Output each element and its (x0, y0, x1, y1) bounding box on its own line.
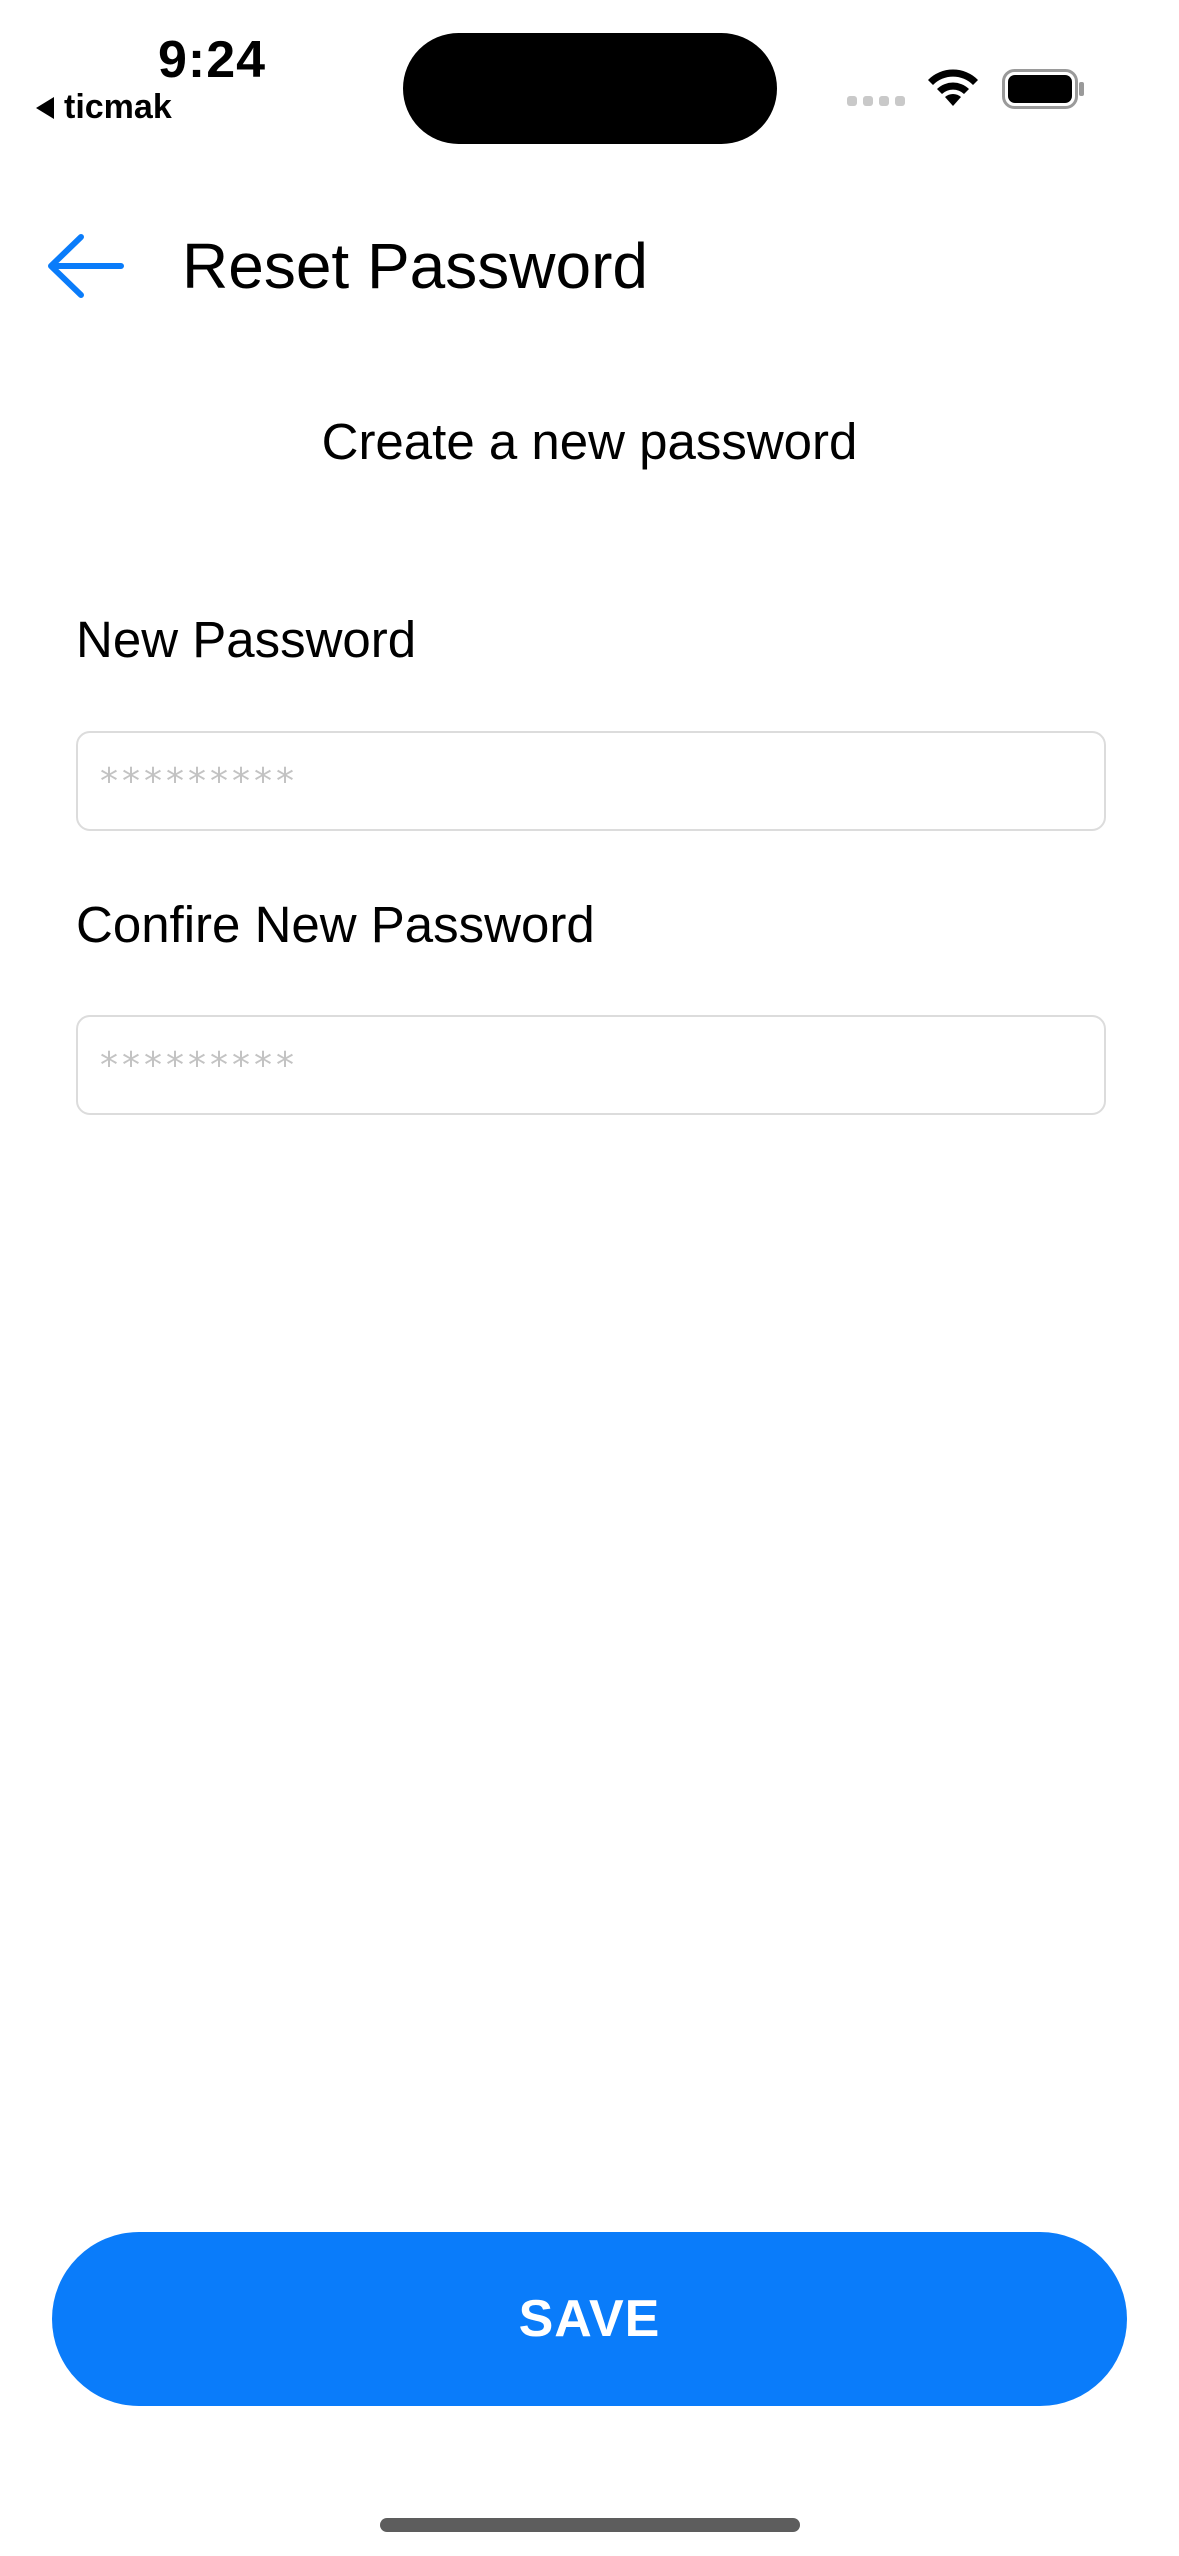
back-app-label: ticmak (64, 88, 172, 126)
confirm-password-label: Confire New Password (76, 896, 595, 953)
back-triangle-icon (36, 96, 54, 119)
cellular-signal-icon (847, 96, 905, 106)
back-button[interactable] (44, 228, 126, 304)
new-password-field-container (76, 731, 1106, 831)
status-time: 9:24 (158, 31, 267, 89)
confirm-password-input[interactable] (78, 1017, 1104, 1113)
status-bar: 9:24 ticmak (0, 0, 1179, 160)
wifi-icon (928, 69, 978, 106)
new-password-label: New Password (76, 611, 417, 668)
confirm-password-field-container (76, 1015, 1106, 1115)
new-password-input[interactable] (78, 733, 1104, 829)
home-indicator[interactable] (380, 2518, 800, 2532)
dynamic-island (403, 33, 777, 144)
arrow-left-icon (48, 234, 124, 298)
page-title: Reset Password (182, 230, 648, 302)
form-subtitle: Create a new password (321, 413, 858, 470)
save-button[interactable]: SAVE (52, 2232, 1127, 2406)
back-to-app-link[interactable]: ticmak (36, 88, 172, 127)
battery-icon (1002, 69, 1084, 109)
